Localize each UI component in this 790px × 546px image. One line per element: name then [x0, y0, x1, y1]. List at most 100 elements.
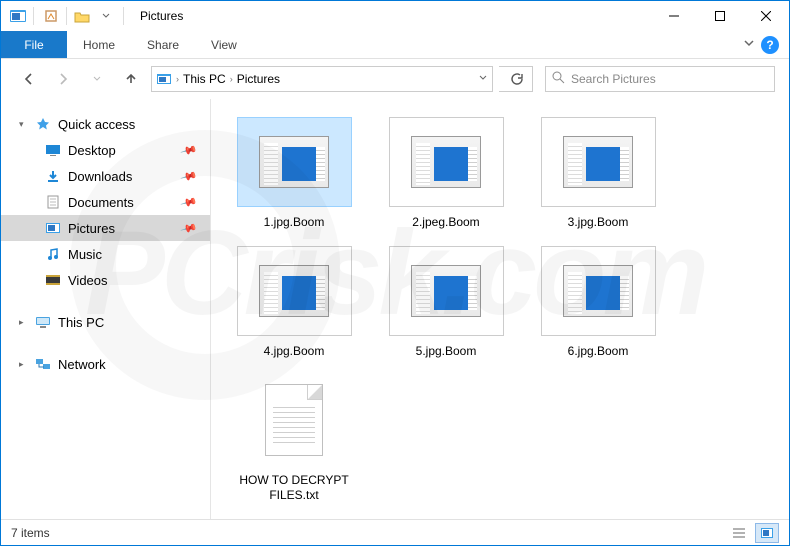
- back-button[interactable]: [15, 65, 43, 93]
- recent-dropdown[interactable]: [83, 65, 111, 93]
- sidebar-item-videos[interactable]: Videos: [1, 267, 210, 293]
- folder-icon: [45, 272, 61, 288]
- sidebar-quick-access[interactable]: ▾ Quick access: [1, 111, 210, 137]
- file-name: HOW TO DECRYPT FILES.txt: [234, 473, 354, 503]
- sidebar-item-downloads[interactable]: Downloads 📌: [1, 163, 210, 189]
- separator: [66, 7, 67, 25]
- sidebar-item-documents[interactable]: Documents📌: [1, 189, 210, 215]
- file-item[interactable]: 1.jpg.Boom: [229, 117, 359, 230]
- tab-view[interactable]: View: [195, 31, 253, 58]
- file-item[interactable]: 3.jpg.Boom: [533, 117, 663, 230]
- sidebar-item-label: Music: [68, 247, 102, 262]
- sidebar-network[interactable]: ▸ Network: [1, 351, 210, 377]
- search-icon: [552, 71, 565, 87]
- qat-properties[interactable]: [40, 5, 62, 27]
- status-bar: 7 items: [1, 519, 789, 545]
- file-name: 6.jpg.Boom: [568, 344, 629, 359]
- breadcrumb-segment[interactable]: Pictures: [237, 72, 280, 86]
- search-placeholder: Search Pictures: [571, 72, 656, 86]
- generic-file-icon: [259, 136, 329, 188]
- chevron-right-icon[interactable]: ▸: [19, 317, 24, 328]
- item-count: 7 items: [11, 526, 50, 540]
- forward-button[interactable]: [49, 65, 77, 93]
- folder-icon: [45, 246, 61, 262]
- file-name: 1.jpg.Boom: [264, 215, 325, 230]
- pin-icon: 📌: [180, 219, 198, 237]
- generic-file-icon: [563, 265, 633, 317]
- chevron-down-icon[interactable]: ▾: [19, 119, 24, 130]
- address-bar[interactable]: › This PC › Pictures: [151, 66, 493, 92]
- body: ▾ Quick access Desktop📌Downloads📌Documen…: [1, 99, 789, 519]
- sidebar-item-label: Quick access: [58, 117, 135, 132]
- file-name: 5.jpg.Boom: [416, 344, 477, 359]
- star-icon: [35, 116, 51, 132]
- generic-file-icon: [411, 265, 481, 317]
- navigation-pane[interactable]: ▾ Quick access Desktop📌Downloads📌Documen…: [1, 99, 211, 519]
- text-file-icon: [265, 384, 323, 456]
- ribbon-right: ?: [743, 31, 789, 58]
- address-dropdown[interactable]: [478, 72, 488, 86]
- expand-ribbon-icon[interactable]: [743, 36, 755, 54]
- folder-icon: [45, 142, 61, 158]
- title-bar-left: Pictures: [1, 5, 183, 27]
- pin-icon: 📌: [180, 141, 198, 159]
- window-title: Pictures: [140, 9, 183, 23]
- thumbnails-view-button[interactable]: [755, 523, 779, 543]
- file-item[interactable]: 5.jpg.Boom: [381, 246, 511, 359]
- file-thumbnail: [389, 117, 504, 207]
- qat-dropdown[interactable]: [95, 5, 117, 27]
- chevron-right-icon[interactable]: ›: [230, 74, 233, 84]
- navigation-bar: › This PC › Pictures Search Pictures: [1, 59, 789, 99]
- search-box[interactable]: Search Pictures: [545, 66, 775, 92]
- sidebar-item-label: Downloads: [68, 169, 132, 184]
- sidebar-item-desktop[interactable]: Desktop 📌: [1, 137, 210, 163]
- file-list[interactable]: 1.jpg.Boom 2.jpeg.Boom 3.jpg.Boom 4.jpg.Boo…: [211, 99, 789, 519]
- folder-icon: [45, 220, 61, 236]
- tab-home[interactable]: Home: [67, 31, 131, 58]
- file-name: 4.jpg.Boom: [264, 344, 325, 359]
- chevron-right-icon[interactable]: ›: [176, 74, 179, 84]
- generic-file-icon: [563, 136, 633, 188]
- tab-share[interactable]: Share: [131, 31, 195, 58]
- refresh-button[interactable]: [499, 66, 533, 92]
- file-thumbnail: [237, 246, 352, 336]
- up-button[interactable]: [117, 65, 145, 93]
- help-icon[interactable]: ?: [761, 36, 779, 54]
- file-item[interactable]: 4.jpg.Boom: [229, 246, 359, 359]
- sidebar-item-label: Desktop: [68, 143, 116, 158]
- sidebar-item-label: Videos: [68, 273, 108, 288]
- breadcrumb-segment[interactable]: This PC: [183, 72, 226, 86]
- maximize-button[interactable]: [697, 1, 743, 31]
- location-icon: [156, 71, 172, 87]
- file-item[interactable]: 6.jpg.Boom: [533, 246, 663, 359]
- title-bar: Pictures: [1, 1, 789, 31]
- folder-icon: [45, 194, 61, 210]
- file-thumbnail: [541, 246, 656, 336]
- file-item[interactable]: HOW TO DECRYPT FILES.txt: [229, 375, 359, 503]
- window-controls: [651, 1, 789, 31]
- sidebar-this-pc[interactable]: ▸ This PC: [1, 309, 210, 335]
- pin-icon: 📌: [180, 193, 198, 211]
- close-button[interactable]: [743, 1, 789, 31]
- file-thumbnail: [389, 246, 504, 336]
- generic-file-icon: [259, 265, 329, 317]
- quick-access-group: ▾ Quick access Desktop📌Downloads📌Documen…: [1, 111, 210, 293]
- ribbon: File Home Share View ?: [1, 31, 789, 59]
- sidebar-item-pictures[interactable]: Pictures📌: [1, 215, 210, 241]
- qat-new-folder[interactable]: [71, 5, 93, 27]
- sidebar-item-label: This PC: [58, 315, 104, 330]
- minimize-button[interactable]: [651, 1, 697, 31]
- sidebar-item-music[interactable]: Music: [1, 241, 210, 267]
- details-view-button[interactable]: [727, 523, 751, 543]
- folder-icon: [45, 168, 61, 184]
- file-name: 2.jpeg.Boom: [412, 215, 479, 230]
- pin-icon: 📌: [180, 167, 198, 185]
- file-item[interactable]: 2.jpeg.Boom: [381, 117, 511, 230]
- separator: [123, 7, 124, 25]
- app-icon: [9, 8, 27, 24]
- file-tab[interactable]: File: [1, 31, 67, 58]
- file-name: 3.jpg.Boom: [568, 215, 629, 230]
- explorer-window: Pictures File Home Share View ? › This P…: [0, 0, 790, 546]
- computer-icon: [35, 314, 51, 330]
- chevron-right-icon[interactable]: ▸: [19, 359, 24, 370]
